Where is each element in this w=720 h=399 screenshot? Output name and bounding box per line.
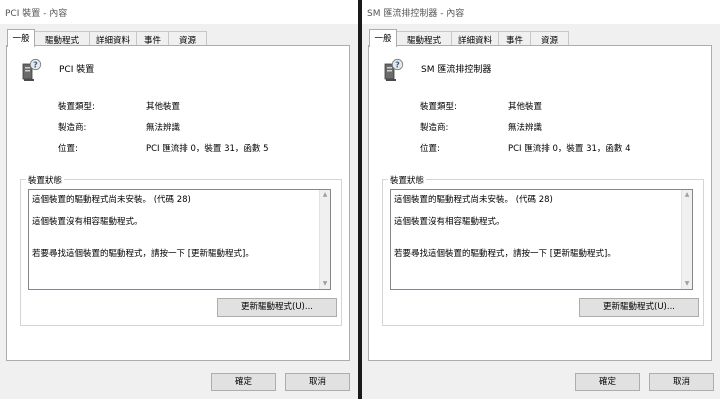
device-status-group: 裝置狀態 這個裝置的驅動程式尚未安裝。 (代碼 28) 這個裝置沒有相容驅動程式… (382, 174, 704, 326)
scroll-down-arrow-icon[interactable]: ▼ (320, 279, 330, 289)
tab-bar: 一般 驅動程式 詳細資料 事件 資源 (0, 29, 358, 47)
window-title: PCI 裝置 - 內容 (5, 9, 68, 19)
tab-general[interactable]: 一般 (369, 29, 397, 47)
general-tab-panel: ? SM 匯流排控制器 裝置類型: 其他裝置 製造商: 無法辨識 位置: PCI… (368, 45, 712, 361)
location-label: 位置: (420, 144, 440, 154)
scroll-up-arrow-icon[interactable]: ▲ (682, 190, 692, 200)
device-status-textbox[interactable]: 這個裝置的驅動程式尚未安裝。 (代碼 28) 這個裝置沒有相容驅動程式。 若要尋… (28, 189, 331, 290)
manufacturer-value: 無法辨識 (508, 123, 543, 133)
tab-details[interactable]: 詳細資料 (89, 31, 137, 46)
device-name: PCI 裝置 (59, 65, 95, 75)
manufacturer-label: 製造商: (420, 123, 449, 133)
vertical-scrollbar[interactable]: ▲ ▼ (319, 190, 330, 289)
ok-button[interactable]: 確定 (211, 373, 276, 391)
ok-button[interactable]: 確定 (575, 373, 640, 391)
tab-general[interactable]: 一般 (7, 29, 35, 47)
device-type-value: 其他裝置 (508, 102, 543, 112)
status-line: 這個裝置的驅動程式尚未安裝。 (代碼 28) (32, 195, 191, 205)
title-bar[interactable]: PCI 裝置 - 內容 (0, 0, 358, 24)
unknown-device-icon: ? (21, 58, 43, 82)
manufacturer-value: 無法辨識 (146, 123, 181, 133)
general-tab-panel: ? PCI 裝置 裝置類型: 其他裝置 製造商: 無法辨識 位置: PCI 匯流… (6, 45, 350, 361)
status-line: 若要尋找這個裝置的驅動程式，請按一下 [更新驅動程式]。 (394, 249, 616, 259)
location-value: PCI 匯流排 0，裝置 31，函數 5 (146, 144, 269, 154)
tab-driver[interactable]: 驅動程式 (396, 31, 452, 46)
status-line: 若要尋找這個裝置的驅動程式，請按一下 [更新驅動程式]。 (32, 249, 254, 259)
device-name: SM 匯流排控制器 (421, 65, 492, 75)
cancel-button[interactable]: 取消 (285, 373, 350, 391)
device-status-group: 裝置狀態 這個裝置的驅動程式尚未安裝。 (代碼 28) 這個裝置沒有相容驅動程式… (20, 174, 342, 326)
pci-device-properties-dialog: PCI 裝置 - 內容 一般 驅動程式 詳細資料 事件 資源 ? PCI 裝置 … (0, 0, 358, 399)
vertical-scrollbar[interactable]: ▲ ▼ (681, 190, 692, 289)
device-status-textbox[interactable]: 這個裝置的驅動程式尚未安裝。 (代碼 28) 這個裝置沒有相容驅動程式。 若要尋… (390, 189, 693, 290)
device-type-label: 裝置類型: (58, 102, 95, 112)
unknown-device-icon: ? (383, 58, 405, 82)
update-driver-button[interactable]: 更新驅動程式(U)... (579, 298, 699, 317)
title-bar[interactable]: SM 匯流排控制器 - 內容 (362, 0, 720, 24)
location-label: 位置: (58, 144, 78, 154)
update-driver-button[interactable]: 更新驅動程式(U)... (217, 298, 337, 317)
tab-events[interactable]: 事件 (498, 31, 531, 46)
scroll-up-arrow-icon[interactable]: ▲ (320, 190, 330, 200)
cancel-button[interactable]: 取消 (649, 373, 714, 391)
svg-text:?: ? (395, 61, 400, 70)
device-type-label: 裝置類型: (420, 102, 457, 112)
tab-bar: 一般 驅動程式 詳細資料 事件 資源 (362, 29, 720, 47)
location-value: PCI 匯流排 0，裝置 31，函數 4 (508, 144, 631, 154)
tab-resources[interactable]: 資源 (530, 31, 569, 46)
sm-bus-controller-properties-dialog: SM 匯流排控制器 - 內容 一般 驅動程式 詳細資料 事件 資源 ? SM 匯… (362, 0, 720, 399)
tab-events[interactable]: 事件 (136, 31, 169, 46)
device-status-title: 裝置狀態 (388, 174, 427, 186)
svg-text:?: ? (33, 61, 38, 70)
status-line: 這個裝置沒有相容驅動程式。 (394, 217, 505, 227)
status-line: 這個裝置沒有相容驅動程式。 (32, 217, 143, 227)
status-line: 這個裝置的驅動程式尚未安裝。 (代碼 28) (394, 195, 553, 205)
window-title: SM 匯流排控制器 - 內容 (367, 9, 465, 19)
tab-resources[interactable]: 資源 (168, 31, 207, 46)
device-type-value: 其他裝置 (146, 102, 181, 112)
manufacturer-label: 製造商: (58, 123, 87, 133)
scroll-down-arrow-icon[interactable]: ▼ (682, 279, 692, 289)
tab-details[interactable]: 詳細資料 (451, 31, 499, 46)
tab-driver[interactable]: 驅動程式 (34, 31, 90, 46)
device-status-title: 裝置狀態 (26, 174, 65, 186)
